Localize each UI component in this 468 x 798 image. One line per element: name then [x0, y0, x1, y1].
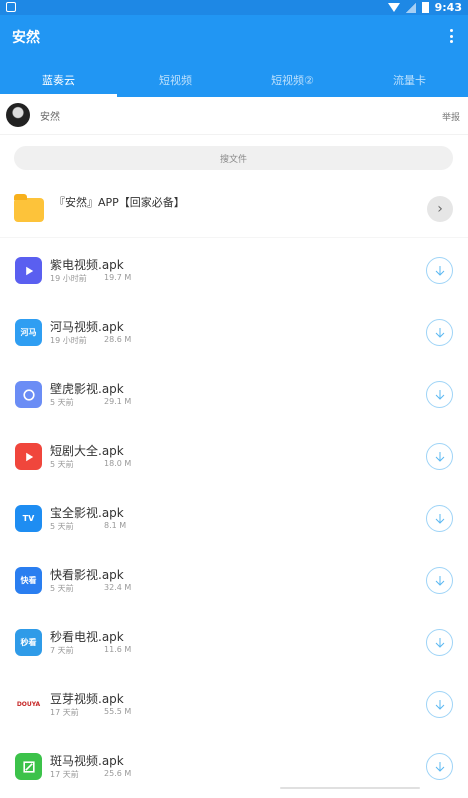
file-time: 5 天前 [50, 460, 74, 469]
hippo-icon: 河马 [15, 319, 42, 346]
file-row[interactable]: 壁虎影视.apk 5 天前 29.1 M [0, 364, 468, 426]
download-icon[interactable] [426, 567, 453, 594]
file-name: 秒看电视.apk [50, 630, 124, 644]
file-name: 快看影视.apk [50, 568, 124, 582]
file-size: 25.6 M [104, 769, 132, 778]
folder-icon [14, 194, 44, 222]
file-row[interactable]: 快看 快看影视.apk 5 天前 32.4 M [0, 550, 468, 612]
app-title: 安然 [12, 30, 40, 46]
file-row[interactable]: 紫电视频.apk 19 小时前 19.7 M [0, 240, 468, 302]
file-size: 29.1 M [104, 397, 132, 406]
tv-icon: 秒看 [15, 629, 42, 656]
file-size: 18.0 M [104, 459, 132, 468]
download-icon[interactable] [426, 505, 453, 532]
user-name: 安然 [40, 112, 60, 123]
download-icon[interactable] [426, 629, 453, 656]
file-name: 短剧大全.apk [50, 444, 124, 458]
file-time: 19 小时前 [50, 336, 87, 345]
status-time: 9:43 [434, 1, 462, 14]
file-size: 28.6 M [104, 335, 132, 344]
search-input[interactable]: 搜文件 [14, 146, 453, 170]
download-icon[interactable] [426, 319, 453, 346]
kuaikan-icon: 快看 [15, 567, 42, 594]
file-size: 8.1 M [104, 521, 127, 530]
file-name: 宝全影视.apk [50, 506, 124, 520]
status-icons: 9:43 [387, 0, 462, 15]
report-link[interactable]: 举报 [442, 110, 460, 123]
zebra-icon [15, 753, 42, 780]
file-icon-label: 秒看 [20, 638, 37, 647]
download-icon[interactable] [426, 443, 453, 470]
chevron-right-icon[interactable]: › [427, 196, 453, 222]
signal-icon [405, 2, 416, 13]
file-size: 55.5 M [104, 707, 132, 716]
play-icon [15, 443, 42, 470]
folder-name: 『安然』APP【回家必备】 [54, 196, 185, 209]
file-name: 河马视频.apk [50, 320, 124, 334]
tab-lanzouyun[interactable]: 蓝奏云 [0, 62, 117, 97]
file-icon-label: DOUYA [16, 701, 41, 708]
file-time: 17 天前 [50, 770, 79, 779]
download-icon[interactable] [426, 691, 453, 718]
shield-icon [6, 2, 16, 12]
tab-short-video-2[interactable]: 短视频② [234, 62, 351, 97]
douya-icon: DOUYA [15, 691, 42, 718]
file-time: 5 天前 [50, 522, 74, 531]
file-size: 11.6 M [104, 645, 132, 654]
wifi-icon [387, 3, 400, 12]
app-bar: 安然 蓝奏云 短视频 短视频② 流量卡 [0, 15, 468, 97]
more-options-icon[interactable] [450, 29, 454, 43]
download-icon[interactable] [426, 753, 453, 780]
file-time: 5 天前 [50, 584, 74, 593]
status-bar: 9:43 [0, 0, 468, 15]
gecko-icon [15, 381, 42, 408]
tv-icon: TV [15, 505, 42, 532]
tab-short-video[interactable]: 短视频 [117, 62, 234, 97]
file-row[interactable]: DOUYA 豆芽视频.apk 17 天前 55.5 M [0, 674, 468, 736]
file-icon-label: 河马 [20, 328, 37, 337]
file-name: 斑马视频.apk [50, 754, 124, 768]
search-placeholder: 搜文件 [219, 154, 247, 165]
file-time: 19 小时前 [50, 274, 87, 283]
file-icon-label: TV [22, 514, 35, 523]
file-time: 5 天前 [50, 398, 74, 407]
download-icon[interactable] [426, 381, 453, 408]
file-time: 7 天前 [50, 646, 74, 655]
file-name: 紫电视频.apk [50, 258, 124, 272]
bottom-handle [280, 787, 420, 789]
file-size: 19.7 M [104, 273, 132, 282]
avatar[interactable] [6, 103, 30, 127]
file-icon-label: 快看 [20, 576, 37, 585]
user-row: 安然 举报 [0, 97, 468, 135]
file-row[interactable]: 河马 河马视频.apk 19 小时前 28.6 M [0, 302, 468, 364]
file-size: 32.4 M [104, 583, 132, 592]
battery-icon [421, 2, 429, 13]
file-time: 17 天前 [50, 708, 79, 717]
tab-data-card[interactable]: 流量卡 [351, 62, 468, 97]
folder-row[interactable]: 『安然』APP【回家必备】 [0, 180, 468, 238]
file-name: 豆芽视频.apk [50, 692, 124, 706]
file-row[interactable]: TV 宝全影视.apk 5 天前 8.1 M [0, 488, 468, 550]
file-row[interactable]: 短剧大全.apk 5 天前 18.0 M [0, 426, 468, 488]
tab-bar: 蓝奏云 短视频 短视频② 流量卡 [0, 62, 468, 97]
file-row[interactable]: 秒看 秒看电视.apk 7 天前 11.6 M [0, 612, 468, 674]
play-icon [15, 257, 42, 284]
file-name: 壁虎影视.apk [50, 382, 124, 396]
download-icon[interactable] [426, 257, 453, 284]
